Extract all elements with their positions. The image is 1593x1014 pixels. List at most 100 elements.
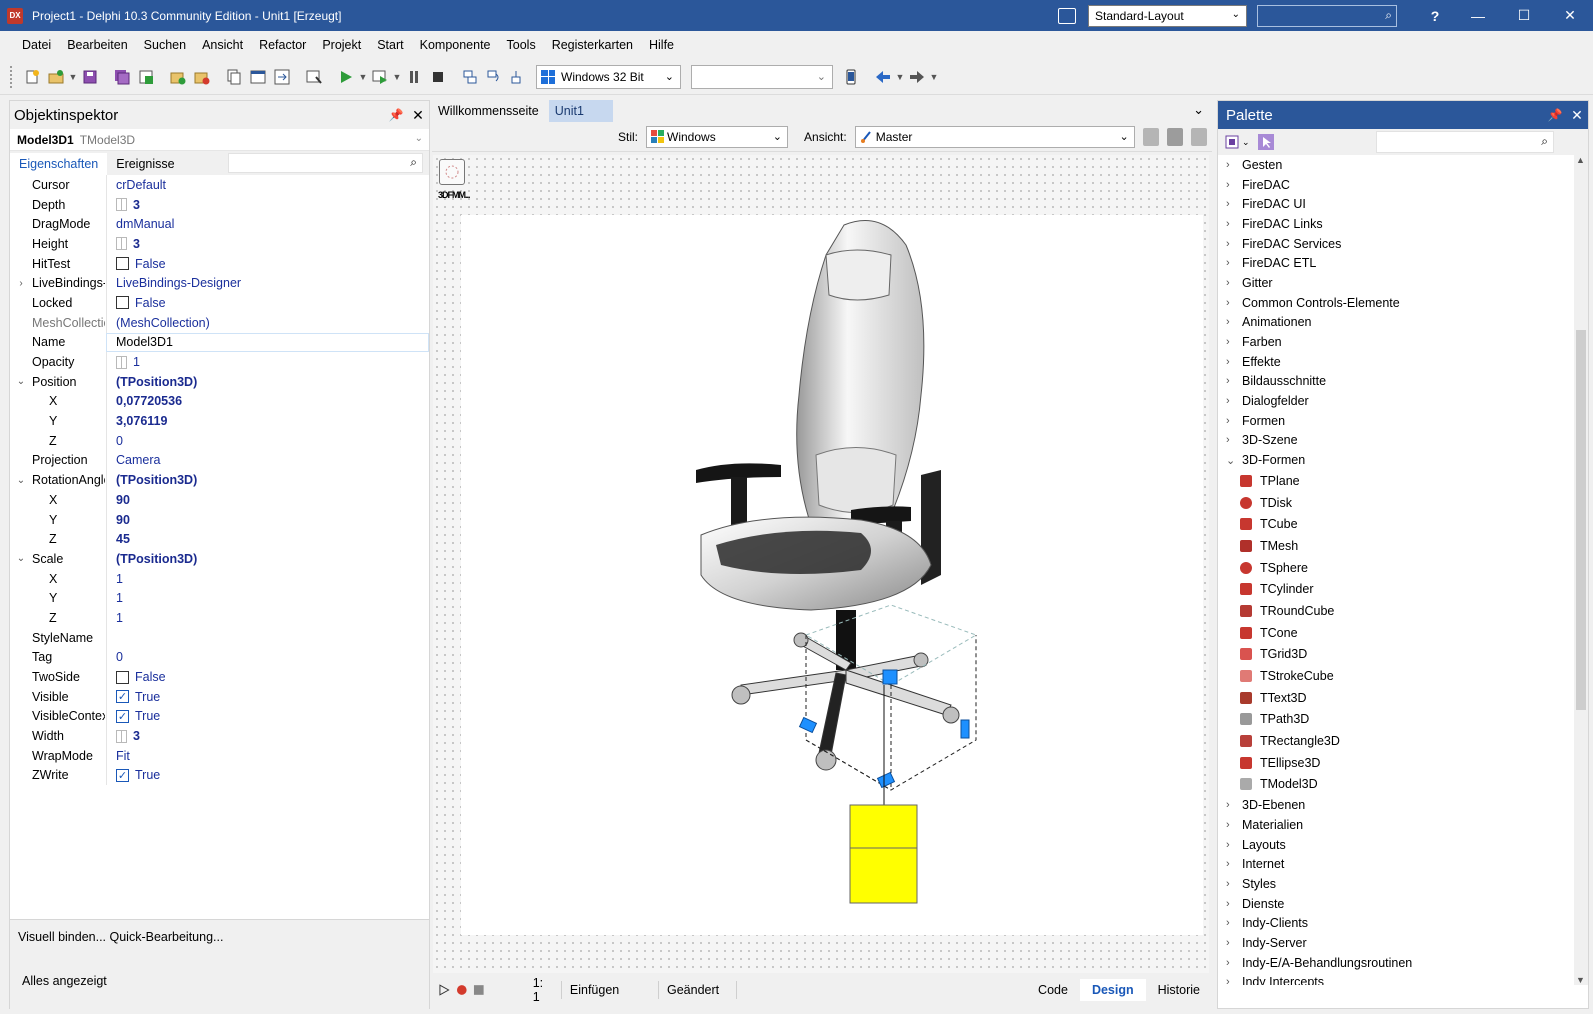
property-row[interactable]: › LiveBindings- LiveBindings-Designer <box>10 273 429 294</box>
palette-category[interactable]: › Internet <box>1218 854 1588 874</box>
property-value[interactable]: False <box>106 293 429 313</box>
property-value[interactable]: 0,07720536 <box>106 391 429 412</box>
property-checkbox[interactable]: ✓ <box>116 768 129 782</box>
property-value[interactable]: 90 <box>106 490 429 510</box>
palette-component[interactable]: TText3D <box>1218 687 1588 709</box>
property-value[interactable]: 3,076119 <box>106 411 429 431</box>
menu-item-refactor[interactable]: Refactor <box>251 38 314 52</box>
palette-category[interactable]: › Formen <box>1218 411 1588 431</box>
close-icon[interactable]: ✕ <box>1566 107 1588 124</box>
palette-category[interactable]: › Animationen <box>1218 313 1588 333</box>
property-value[interactable] <box>106 627 429 648</box>
chevron-down-icon[interactable]: ▼ <box>358 67 368 87</box>
remove-from-project-icon[interactable] <box>192 67 212 87</box>
property-row[interactable]: Visible ✓ True <box>10 686 429 707</box>
palette-category[interactable]: › Indy-Server <box>1218 933 1588 953</box>
menu-item-bearbeiten[interactable]: Bearbeiten <box>59 38 135 52</box>
palette-category[interactable]: › Bildausschnitte <box>1218 372 1588 392</box>
spin-edit-icon[interactable] <box>116 355 127 369</box>
property-row[interactable]: Height 3 <box>10 234 429 254</box>
property-value[interactable]: (TPosition3D) <box>106 470 429 490</box>
palette-category[interactable]: › Farben <box>1218 332 1588 352</box>
property-value[interactable]: (TPosition3D) <box>106 549 429 569</box>
property-value[interactable]: 45 <box>106 529 429 550</box>
scroll-down-icon[interactable]: ▼ <box>1576 975 1585 985</box>
desktop-layout-icon[interactable] <box>1058 7 1076 24</box>
view-add-icon[interactable] <box>1142 127 1159 146</box>
play-macro-icon[interactable] <box>438 984 450 996</box>
property-row[interactable]: Width 3 <box>10 726 429 746</box>
property-checkbox[interactable] <box>116 257 129 271</box>
palette-search-input[interactable]: ⌕ <box>1376 131 1554 153</box>
device-icon[interactable] <box>841 67 861 87</box>
menu-item-ansicht[interactable]: Ansicht <box>194 38 251 52</box>
property-row[interactable]: Z0 <box>10 430 429 451</box>
add-to-project-icon[interactable] <box>168 67 188 87</box>
palette-component[interactable]: TCylinder <box>1218 578 1588 600</box>
minimize-button[interactable]: — <box>1455 0 1501 31</box>
palette-component[interactable]: TRoundCube <box>1218 600 1588 622</box>
palette-component[interactable]: TCube <box>1218 513 1588 535</box>
property-row[interactable]: Z 45 <box>10 529 429 550</box>
property-row[interactable]: Projection Camera <box>10 450 429 471</box>
toggle-form-unit-icon[interactable] <box>272 67 292 87</box>
help-button[interactable]: ? <box>1415 8 1455 24</box>
property-row[interactable]: TwoSide False <box>10 667 429 687</box>
menu-item-registerkarten[interactable]: Registerkarten <box>544 38 641 52</box>
spin-edit-icon[interactable] <box>116 729 127 743</box>
property-checkbox[interactable] <box>116 670 129 684</box>
forward-arrow-icon[interactable] <box>907 67 927 87</box>
palette-category[interactable]: › FireDAC Links <box>1218 214 1588 234</box>
palette-component[interactable]: TEllipse3D <box>1218 752 1588 774</box>
component-selector[interactable]: Model3D1 TModel3D ⌄ <box>10 129 429 151</box>
open-project-icon[interactable] <box>46 67 66 87</box>
save-all-icon[interactable] <box>112 67 132 87</box>
nonvisual-component-icon[interactable] <box>439 159 465 185</box>
palette-category[interactable]: › Layouts <box>1218 835 1588 855</box>
palette-category[interactable]: › Gesten <box>1218 155 1588 175</box>
expand-chevron-icon[interactable]: › <box>10 278 32 289</box>
property-value[interactable]: (TPosition3D) <box>106 371 429 392</box>
stop-macro-icon[interactable] <box>473 984 485 996</box>
property-value[interactable]: 1 <box>106 352 429 372</box>
run-icon[interactable] <box>336 67 356 87</box>
property-row[interactable]: Locked False <box>10 293 429 313</box>
view-tab-design[interactable]: Design <box>1079 979 1146 1001</box>
property-row[interactable]: X 0,07720536 <box>10 391 429 412</box>
view-settings-icon[interactable] <box>1190 127 1207 146</box>
toolbar-grip[interactable] <box>10 65 14 88</box>
property-checkbox[interactable] <box>116 296 129 310</box>
palette-category[interactable]: › Indy-Clients <box>1218 913 1588 933</box>
pin-icon[interactable]: 📌 <box>385 108 407 122</box>
chevron-down-icon[interactable]: ▼ <box>392 67 402 87</box>
property-row[interactable]: Z1 <box>10 608 429 628</box>
palette-categories-icon[interactable] <box>1224 134 1240 150</box>
property-row[interactable]: VisibleContex ✓ True <box>10 706 429 727</box>
chevron-down-icon[interactable]: ⌄ <box>1193 102 1204 118</box>
scrollbar-thumb[interactable] <box>1576 330 1586 710</box>
property-value[interactable]: ✓ True <box>106 706 429 727</box>
palette-component[interactable]: TCone <box>1218 622 1588 644</box>
maximize-button[interactable]: ☐ <box>1501 0 1547 31</box>
property-row[interactable]: Opacity 1 <box>10 352 429 372</box>
property-value[interactable]: (MeshCollection) <box>106 312 429 333</box>
palette-category[interactable]: › Indy Intercepts <box>1218 973 1588 985</box>
palette-category[interactable]: › Dialogfelder <box>1218 391 1588 411</box>
record-macro-icon[interactable] <box>456 984 468 996</box>
property-row[interactable]: DragMode dmManual <box>10 214 429 235</box>
run-without-debug-icon[interactable] <box>370 67 390 87</box>
property-row[interactable]: X1 <box>10 568 429 589</box>
footer-actions-link[interactable]: Visuell binden... Quick-Bearbeitung... <box>18 930 223 944</box>
chevron-down-icon[interactable]: ▼ <box>68 67 78 87</box>
property-row[interactable]: Cursor crDefault <box>10 175 429 195</box>
palette-category[interactable]: › 3D-Ebenen <box>1218 795 1588 815</box>
property-value[interactable]: False <box>106 667 429 687</box>
palette-category[interactable]: ⌄ 3D-Formen <box>1218 450 1588 470</box>
palette-component[interactable]: TGrid3D <box>1218 644 1588 666</box>
expand-chevron-icon[interactable]: ⌄ <box>10 553 32 564</box>
property-row[interactable]: Depth 3 <box>10 194 429 215</box>
menu-item-projekt[interactable]: Projekt <box>314 38 369 52</box>
property-value[interactable]: 3 <box>106 234 429 254</box>
property-row[interactable]: Y 3,076119 <box>10 411 429 431</box>
property-value[interactable]: 1 <box>106 608 429 628</box>
